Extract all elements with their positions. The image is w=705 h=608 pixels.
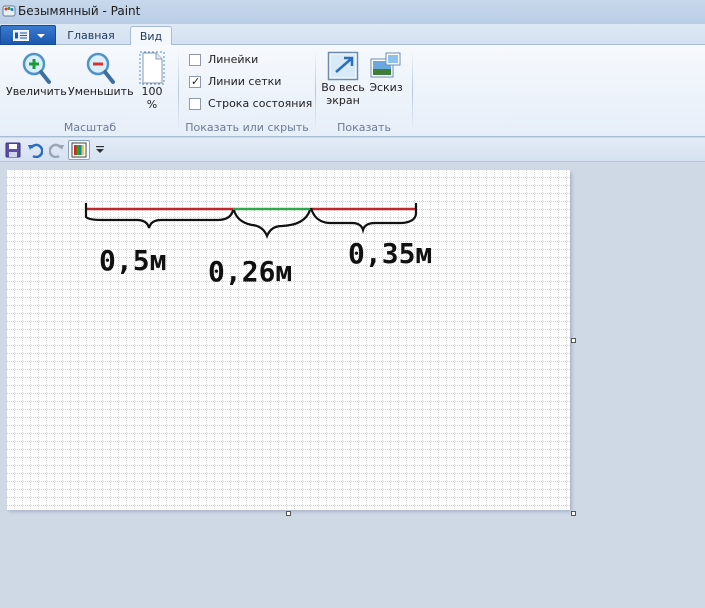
statusbar-label: Строка состояния (208, 97, 313, 110)
zoom-out-label: Уменьшить (68, 85, 134, 98)
zoom-out-icon (86, 52, 115, 84)
ribbon-view-panel: Увеличить Уменьшить 100 % Линейки ✓ Лини… (0, 45, 705, 137)
ribbon-separator (315, 51, 316, 131)
zoom-in-button[interactable]: Увеличить (6, 51, 67, 98)
drawing-canvas[interactable]: 0,5м 0,26м 0,35м (7, 170, 570, 510)
gridlines-overlay (7, 170, 570, 510)
ribbon-tab-row: Главная Вид (0, 24, 705, 46)
statusbar-checkbox-box[interactable] (189, 98, 201, 110)
chevron-down-icon (37, 34, 45, 38)
group-label-show-hide: Показать или скрыть (185, 121, 309, 134)
rulers-label: Линейки (208, 53, 259, 66)
undo-icon[interactable] (27, 142, 43, 158)
gridlines-label: Линии сетки (208, 75, 282, 88)
resize-handle-corner[interactable] (571, 511, 576, 516)
middle-segment-label: 0,26м (208, 255, 292, 288)
zoom-out-button[interactable]: Уменьшить (68, 51, 134, 98)
thumbnail-button[interactable]: Эскиз (366, 51, 406, 94)
actual-size-button[interactable]: 100 % (134, 51, 170, 111)
save-icon[interactable] (5, 142, 21, 158)
quick-access-toolbar (0, 138, 705, 162)
file-menu-button[interactable] (0, 25, 56, 45)
color-palette-button[interactable] (68, 140, 90, 160)
thumbnail-icon (370, 52, 401, 78)
actual-size-icon (139, 51, 165, 85)
title-bar: Безымянный - Paint (0, 0, 705, 24)
customize-dropdown-icon[interactable] (96, 146, 104, 154)
tab-view[interactable]: Вид (130, 26, 172, 46)
left-segment-label: 0,5м (99, 244, 166, 277)
thumbnail-label: Эскиз (369, 81, 403, 94)
resize-handle-bottom[interactable] (286, 511, 291, 516)
resize-handle-right[interactable] (571, 338, 576, 343)
gridlines-checkbox-box[interactable]: ✓ (189, 75, 201, 88)
file-menu-icon (13, 30, 29, 41)
fullscreen-label: Во весь экран (321, 81, 365, 107)
fullscreen-icon (327, 51, 359, 81)
ribbon-separator (412, 51, 413, 131)
window-title: Безымянный - Paint (18, 4, 141, 18)
ribbon-separator (178, 51, 179, 131)
redo-icon[interactable] (49, 142, 65, 158)
group-label-scale: Масштаб (63, 121, 117, 134)
zoom-in-label: Увеличить (6, 85, 67, 98)
paint-app-icon[interactable] (2, 4, 16, 18)
rulers-checkbox-box[interactable] (189, 54, 201, 66)
checkmark-icon: ✓ (191, 75, 201, 88)
group-label-display: Показать (337, 121, 391, 134)
fullscreen-button[interactable]: Во весь экран (320, 51, 366, 107)
color-palette-icon (71, 142, 87, 158)
canvas-drawing[interactable]: 0,5м 0,26м 0,35м (7, 170, 570, 510)
zoom-in-icon (22, 52, 51, 84)
tab-home[interactable]: Главная (62, 26, 120, 45)
right-segment-label: 0,35м (348, 237, 432, 270)
actual-size-label: 100 % (141, 85, 163, 111)
